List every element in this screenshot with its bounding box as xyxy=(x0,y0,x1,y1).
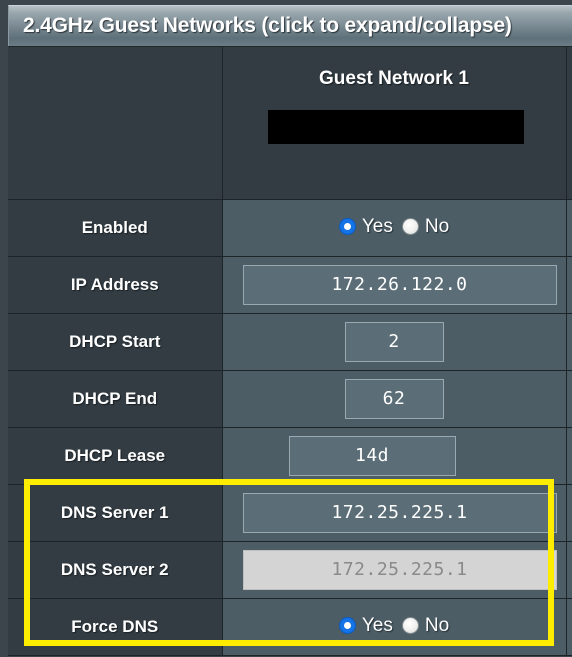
row-value-dns-server-1: 172.25.225.1 xyxy=(222,484,567,542)
row-label-dhcp-lease: DHCP Lease xyxy=(8,427,223,485)
row-value-enabled: Yes No xyxy=(222,199,567,257)
row-label-enabled: Enabled xyxy=(8,199,223,257)
radio-unselected-icon[interactable] xyxy=(401,218,419,236)
header-spacer-cell xyxy=(8,47,223,200)
row-label-force-dns: Force DNS xyxy=(8,598,223,656)
dns-server-2-input[interactable]: 172.25.225.1 xyxy=(242,550,557,590)
row-value-dhcp-lease-next xyxy=(566,427,572,485)
force-dns-radio-no-label: No xyxy=(424,614,450,636)
radio-selected-icon[interactable] xyxy=(338,617,356,635)
ip-address-input[interactable]: 172.26.122.0 xyxy=(242,265,557,305)
table-row-network-header: Guest Network 1 xyxy=(8,47,572,200)
table-row-dhcp-end: DHCP End 62 xyxy=(8,370,572,428)
dhcp-start-input[interactable]: 2 xyxy=(344,322,444,362)
table-row-ip-address: IP Address 172.26.122.0 xyxy=(8,256,572,314)
row-value-dhcp-start-next xyxy=(566,313,572,371)
network-column-header-cell: Guest Network 1 xyxy=(222,47,567,200)
row-value-dhcp-end-next xyxy=(566,370,572,428)
table-row-dns-server-2: DNS Server 2 172.25.225.1 xyxy=(8,541,572,599)
row-label-ip-address: IP Address xyxy=(8,256,223,314)
force-dns-radio-group[interactable]: Yes No xyxy=(338,614,450,637)
table-row-dns-server-1: DNS Server 1 172.25.225.1 xyxy=(8,484,572,542)
table-row-dhcp-start: DHCP Start 2 xyxy=(8,313,572,371)
enabled-radio-yes[interactable]: Yes xyxy=(338,215,393,238)
enabled-radio-no[interactable]: No xyxy=(401,215,450,238)
table-row-force-dns: Force DNS Yes No xyxy=(8,598,572,656)
row-value-dns-server-2-next xyxy=(566,541,572,599)
radio-selected-icon[interactable] xyxy=(338,218,356,236)
row-value-dhcp-start: 2 xyxy=(222,313,567,371)
network-column-title: Guest Network 1 xyxy=(319,68,469,89)
ssid-redaction-box xyxy=(267,110,524,144)
row-value-ip-address-next xyxy=(566,256,572,314)
network-column-header-cell-next xyxy=(566,47,572,200)
radio-unselected-icon[interactable] xyxy=(401,617,419,635)
row-label-dns-server-2: DNS Server 2 xyxy=(8,541,223,599)
row-value-enabled-next xyxy=(566,199,572,257)
guest-networks-panel: 2.4GHz Guest Networks (click to expand/c… xyxy=(0,0,572,657)
row-value-dns-server-2: 172.25.225.1 xyxy=(222,541,567,599)
force-dns-radio-yes-label: Yes xyxy=(361,614,393,636)
dhcp-end-input[interactable]: 62 xyxy=(344,379,444,419)
row-label-dhcp-start: DHCP Start xyxy=(8,313,223,371)
table-row-enabled: Enabled Yes No xyxy=(8,199,572,257)
enabled-radio-group[interactable]: Yes No xyxy=(338,215,450,238)
force-dns-radio-yes[interactable]: Yes xyxy=(338,614,393,637)
row-value-dns-server-1-next xyxy=(566,484,572,542)
force-dns-radio-no[interactable]: No xyxy=(401,614,450,637)
enabled-radio-no-label: No xyxy=(424,215,450,237)
enabled-radio-yes-label: Yes xyxy=(361,215,393,237)
section-header-title: 2.4GHz Guest Networks (click to expand/c… xyxy=(23,14,512,37)
dns-server-1-input[interactable]: 172.25.225.1 xyxy=(242,493,557,533)
row-label-dns-server-1: DNS Server 1 xyxy=(8,484,223,542)
table-row-dhcp-lease: DHCP Lease 14d xyxy=(8,427,572,485)
row-value-force-dns: Yes No xyxy=(222,598,567,656)
row-value-dhcp-end: 62 xyxy=(222,370,567,428)
row-label-dhcp-end: DHCP End xyxy=(8,370,223,428)
row-value-force-dns-next xyxy=(566,598,572,656)
dhcp-lease-input[interactable]: 14d xyxy=(288,436,456,476)
section-header-bar[interactable]: 2.4GHz Guest Networks (click to expand/c… xyxy=(8,5,572,46)
guest-network-settings-table: Guest Network 1 Enabled Yes No IP Addres… xyxy=(8,47,572,656)
row-value-dhcp-lease: 14d xyxy=(222,427,567,485)
row-value-ip-address: 172.26.122.0 xyxy=(222,256,567,314)
